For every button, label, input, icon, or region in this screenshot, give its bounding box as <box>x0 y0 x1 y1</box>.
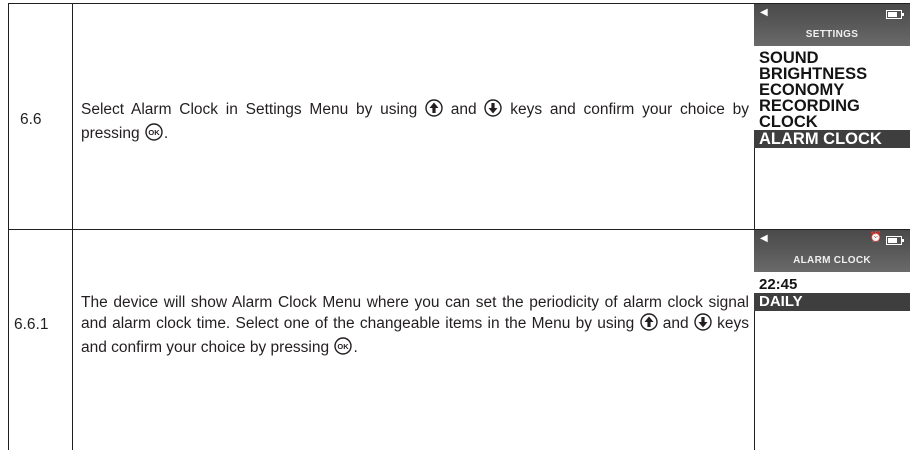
alarm-bell-icon: ⏰ <box>869 232 882 243</box>
menu-item-time: 22:45 <box>759 276 798 293</box>
menu-item-sound: SOUND <box>759 49 819 67</box>
step-number: 6.6 <box>20 111 42 128</box>
menu-item-brightness: BRIGHTNESS <box>759 65 868 83</box>
step-number: 6.6.1 <box>14 316 49 333</box>
screen-header: ◀ ⏰ ALARM CLOCK <box>754 230 910 272</box>
menu-item-alarm-clock: ALARM CLOCK <box>754 130 910 148</box>
down-arrow-key-icon <box>694 313 712 337</box>
screen-header: ◀ SETTINGS <box>754 4 910 46</box>
menu-item-economy: ECONOMY <box>759 81 845 99</box>
step-description: Select Alarm Clock in Settings Menu by u… <box>81 99 749 147</box>
screen-title: ALARM CLOCK <box>793 255 871 266</box>
down-arrow-key-icon <box>484 99 503 123</box>
up-arrow-key-icon <box>425 99 443 123</box>
screen-title: SETTINGS <box>805 29 859 40</box>
screen-menu: 22:45 DAILY <box>754 272 910 311</box>
svg-text:OK: OK <box>338 342 350 351</box>
ok-key-icon: OK <box>144 123 164 147</box>
battery-icon <box>886 236 904 245</box>
device-screen-alarm-clock: ◀ ⏰ ALARM CLOCK 22:45 DAILY <box>754 230 910 450</box>
table-column-divider <box>72 3 73 450</box>
svg-text:OK: OK <box>148 128 160 137</box>
device-screen-settings: ◀ SETTINGS SOUND BRIGHTNESS ECONOMY RECO… <box>754 4 910 229</box>
back-arrow-icon: ◀ <box>760 233 768 244</box>
ok-key-icon: OK <box>333 337 353 361</box>
battery-icon <box>886 10 904 19</box>
table-left-border <box>8 3 9 450</box>
step-description: The device will show Alarm Clock Menu wh… <box>81 292 749 361</box>
menu-item-clock: CLOCK <box>759 113 818 131</box>
menu-item-daily: DAILY <box>754 293 910 311</box>
back-arrow-icon: ◀ <box>760 7 768 18</box>
menu-item-recording: RECORDING <box>759 97 860 115</box>
up-arrow-key-icon <box>639 313 658 337</box>
screen-menu: SOUND BRIGHTNESS ECONOMY RECORDING CLOCK… <box>754 46 910 148</box>
